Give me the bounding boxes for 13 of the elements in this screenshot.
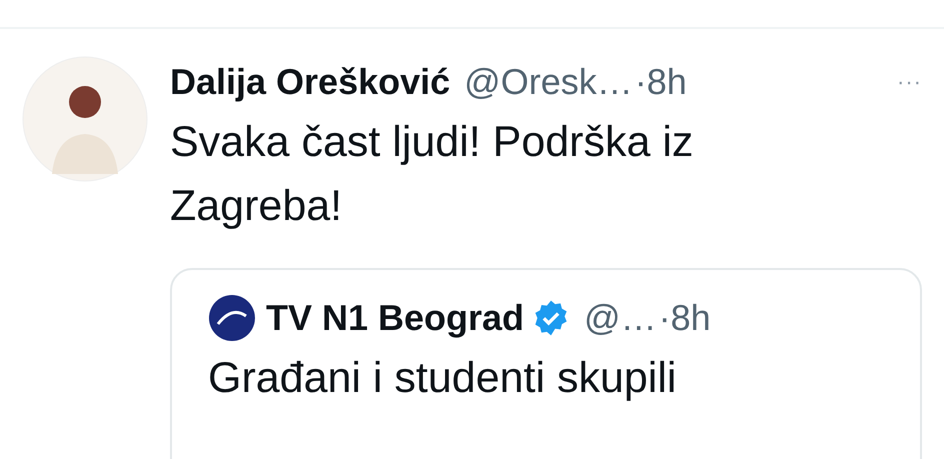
separator-dot: · bbox=[634, 61, 647, 103]
avatar-icon[interactable] bbox=[22, 56, 148, 182]
tweet-text: Svaka čast ljudi! Podrška iz Zagreba! bbox=[170, 117, 694, 232]
author-handle[interactable]: @Oresk… bbox=[464, 61, 633, 103]
quoted-tweet-card[interactable]: TV N1 Beograd @…·8h Građani i studenti skupili bbox=[170, 268, 922, 459]
tweet-time[interactable]: 8h bbox=[670, 297, 711, 339]
author-name[interactable]: Dalija Orešković bbox=[170, 61, 450, 103]
author-name[interactable]: TV N1 Beograd bbox=[266, 297, 524, 339]
tweet-time[interactable]: 8h bbox=[646, 61, 687, 103]
quoted-tweet-text: Građani i studenti skupili bbox=[208, 353, 678, 404]
author-handle[interactable]: @… bbox=[584, 297, 657, 339]
separator-dot: · bbox=[658, 297, 671, 339]
logo-icon bbox=[208, 294, 256, 342]
